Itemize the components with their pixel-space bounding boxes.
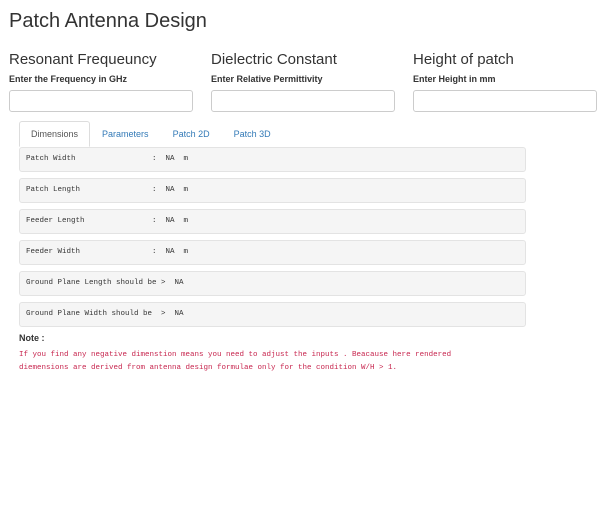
ground-plane-width-output: Ground Plane Width should be > NA (19, 302, 526, 327)
permittivity-heading: Dielectric Constant (211, 51, 337, 68)
feeder-length-output: Feeder Length : NA m (19, 209, 526, 234)
ground-plane-length-output: Ground Plane Length should be > NA (19, 271, 526, 296)
feeder-width-output: Feeder Width : NA m (19, 240, 526, 265)
dimensions-panel: Patch Width : NA m Patch Length : NA m F… (19, 147, 526, 333)
frequency-heading: Resonant Frequeuncy (9, 51, 157, 68)
height-label: Enter Height in mm (413, 74, 496, 84)
permittivity-label: Enter Relative Permittivity (211, 74, 323, 84)
note-line-1: If you find any negative dimenstion mean… (19, 351, 452, 359)
tab-bar: Dimensions Parameters Patch 2D Patch 3D (19, 121, 283, 147)
note-label: Note : (19, 333, 45, 343)
tab-parameters[interactable]: Parameters (90, 121, 161, 147)
permittivity-field-group: Dielectric Constant Enter Relative Permi… (211, 51, 395, 112)
permittivity-input[interactable] (211, 90, 395, 112)
tab-patch-2d[interactable]: Patch 2D (161, 121, 222, 147)
height-input[interactable] (413, 90, 597, 112)
note-line-2: diemensions are derived from antenna des… (19, 364, 398, 372)
frequency-input[interactable] (9, 90, 193, 112)
height-field-group: Height of patch Enter Height in mm (413, 51, 597, 112)
page-title: Patch Antenna Design (9, 10, 207, 32)
patch-width-output: Patch Width : NA m (19, 147, 526, 172)
tab-dimensions[interactable]: Dimensions (19, 121, 91, 147)
frequency-label: Enter the Frequency in GHz (9, 74, 128, 84)
frequency-field-group: Resonant Frequeuncy Enter the Frequency … (9, 51, 193, 112)
note-text: If you find any negative dimenstion mean… (19, 349, 519, 375)
patch-length-output: Patch Length : NA m (19, 178, 526, 203)
height-heading: Height of patch (413, 51, 514, 68)
tab-patch-3d[interactable]: Patch 3D (222, 121, 283, 147)
